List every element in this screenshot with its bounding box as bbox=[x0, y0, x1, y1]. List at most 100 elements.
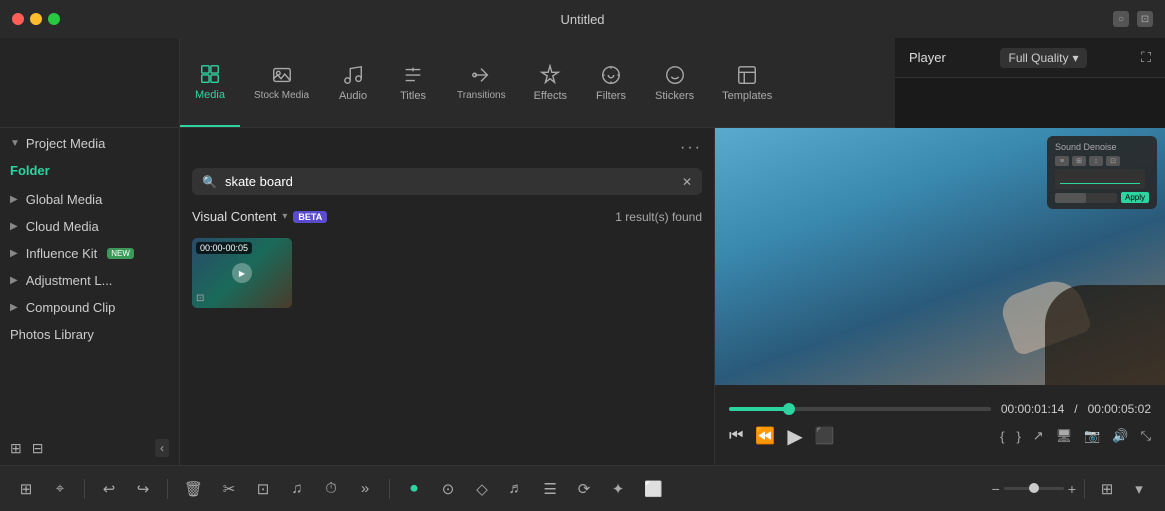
add-folder-icon[interactable]: ⊞ bbox=[10, 440, 22, 457]
close-button[interactable] bbox=[12, 13, 24, 25]
player-overlay-panel: Sound Denoise ≡ ⊞ ↕ ⊡ Apply bbox=[1047, 136, 1157, 209]
tab-stock-media[interactable]: Stock Media bbox=[240, 38, 323, 127]
folder-icon[interactable]: ⊟ bbox=[32, 440, 44, 457]
mark-in-button[interactable]: { bbox=[1000, 429, 1004, 444]
player-header: Player Full Quality ▾ ⛶ bbox=[895, 38, 1165, 78]
layout-expand-button[interactable]: ▾ bbox=[1125, 476, 1153, 502]
titlebar-icon-2[interactable]: ⊡ bbox=[1137, 11, 1153, 27]
overlay-bottom-row: Apply bbox=[1055, 192, 1149, 203]
visual-content-label[interactable]: Visual Content ▾ BETA bbox=[192, 209, 327, 224]
bottom-toolbar: ⊞ ⌖ ↩ ↪ 🗑 ✂ ⊡ ♫ ⏱ » ⏺ ⊙ ◇ ♬ ☰ ⟳ ✦ ⬜ − + … bbox=[0, 465, 1165, 511]
dropdown-icon: ▾ bbox=[282, 211, 287, 222]
tab-stickers[interactable]: Stickers bbox=[641, 38, 708, 127]
record-button[interactable]: ⏺ bbox=[400, 476, 428, 501]
captions-button[interactable]: ⬜ bbox=[638, 476, 669, 502]
overlay-apply-btn[interactable]: Apply bbox=[1121, 192, 1149, 203]
top-area: Media Stock Media Audio bbox=[0, 38, 1165, 128]
audio-adjust-button[interactable]: ♫ bbox=[283, 476, 311, 501]
sidebar-collapse-button[interactable]: ‹ bbox=[155, 439, 169, 457]
progress-row: 00:00:01:14 / 00:00:05:02 bbox=[729, 402, 1151, 416]
zoom-in-button[interactable]: + bbox=[1068, 481, 1076, 497]
sidebar-bottom-icons: ⊞ ⊟ ‹ bbox=[0, 431, 179, 465]
redo-button[interactable]: ↪ bbox=[129, 476, 157, 502]
monitor-icon[interactable]: 🖥 bbox=[1056, 428, 1073, 444]
sidebar-item-compound-clip[interactable]: ▶ Compound Clip bbox=[0, 294, 179, 321]
minimize-button[interactable] bbox=[30, 13, 42, 25]
tab-audio[interactable]: Audio bbox=[323, 38, 383, 127]
search-clear-icon[interactable]: ✕ bbox=[682, 175, 692, 189]
sidebar-header bbox=[0, 38, 180, 128]
sidebar-item-adjustment-layer[interactable]: ▶ Adjustment L... bbox=[0, 267, 179, 294]
search-bar: 🔍 ✕ bbox=[192, 168, 702, 195]
more-button[interactable]: » bbox=[351, 476, 379, 501]
expand-icon[interactable]: ⛶ bbox=[1141, 49, 1151, 66]
speed-button[interactable]: ⏱ bbox=[317, 476, 345, 501]
tab-filters[interactable]: Filters bbox=[581, 38, 641, 127]
separator-3 bbox=[389, 479, 390, 499]
undo-button[interactable]: ↩ bbox=[95, 476, 123, 502]
overlay-icon-4[interactable]: ⊡ bbox=[1106, 156, 1120, 166]
player-right-controls: { } ↗ 🖥 📷 🔊 ⤡ bbox=[1000, 428, 1151, 444]
search-icon: 🔍 bbox=[202, 175, 217, 189]
sidebar-item-influence-kit[interactable]: ▶ Influence Kit NEW bbox=[0, 240, 179, 267]
select-tool-button[interactable]: ⌖ bbox=[46, 476, 74, 501]
time-separator: / bbox=[1074, 402, 1077, 416]
overlay-icon-3[interactable]: ↕ bbox=[1089, 156, 1103, 166]
crop-button[interactable]: ⊡ bbox=[249, 476, 277, 502]
player-controls: 00:00:01:14 / 00:00:05:02 ⏮ ⏪ ▶ ⬛ { } ↗ … bbox=[715, 385, 1165, 465]
volume-icon[interactable]: 🔊 bbox=[1112, 428, 1128, 444]
tab-titles[interactable]: Titles bbox=[383, 38, 443, 127]
titlebar: Untitled ○ ⊡ bbox=[0, 0, 1165, 38]
cut-button[interactable]: ✂ bbox=[215, 476, 243, 502]
player-left-controls: ⏮ ⏪ ▶ ⬛ bbox=[729, 424, 835, 449]
grid-view-button[interactable]: ⊞ bbox=[12, 476, 40, 502]
tab-effects[interactable]: Effects bbox=[520, 38, 581, 127]
window-controls[interactable] bbox=[12, 13, 60, 25]
sidebar-item-cloud-media[interactable]: ▶ Cloud Media bbox=[0, 213, 179, 240]
player-buttons-row: ⏮ ⏪ ▶ ⬛ { } ↗ 🖥 📷 🔊 ⤡ bbox=[729, 424, 1151, 449]
zoom-controls: − + ⊞ ▾ bbox=[992, 476, 1153, 502]
rewind-button[interactable]: ⏮ bbox=[729, 427, 743, 445]
sidebar-folder-label: Folder bbox=[0, 159, 179, 186]
fullscreen-icon[interactable]: ⤡ bbox=[1141, 428, 1151, 444]
sidebar-item-photos-library[interactable]: Photos Library bbox=[0, 321, 179, 348]
tab-media[interactable]: Media bbox=[180, 38, 240, 127]
progress-fill bbox=[729, 407, 789, 411]
voice-button[interactable]: ♬ bbox=[502, 476, 530, 501]
quality-selector[interactable]: Full Quality ▾ bbox=[1000, 48, 1086, 68]
overlay-graph-line bbox=[1060, 183, 1140, 184]
play-button[interactable]: ▶ bbox=[787, 424, 802, 449]
ripple-button[interactable]: ⊙ bbox=[434, 476, 462, 502]
step-back-button[interactable]: ⏪ bbox=[755, 426, 775, 446]
zoom-slider[interactable] bbox=[1004, 487, 1064, 490]
stop-button[interactable]: ⬛ bbox=[815, 426, 835, 446]
player-panel: Sound Denoise ≡ ⊞ ↕ ⊡ Apply bbox=[715, 128, 1165, 465]
zoom-thumb[interactable] bbox=[1029, 483, 1039, 493]
progress-bar[interactable] bbox=[729, 407, 991, 411]
overlay-icon-1[interactable]: ≡ bbox=[1055, 156, 1069, 166]
tab-transitions[interactable]: Transitions bbox=[443, 38, 520, 127]
overlay-icon-2[interactable]: ⊞ bbox=[1072, 156, 1086, 166]
subtitle-button[interactable]: ☰ bbox=[536, 476, 564, 502]
chevron-right-icon: ▶ bbox=[10, 194, 18, 205]
ai-tools-button[interactable]: ✦ bbox=[604, 476, 632, 502]
mark-button[interactable]: ◇ bbox=[468, 476, 496, 502]
player-label: Player bbox=[909, 50, 946, 65]
progress-thumb[interactable] bbox=[783, 403, 795, 415]
overlay-slider[interactable] bbox=[1055, 193, 1117, 203]
zoom-out-button[interactable]: − bbox=[992, 481, 1000, 497]
tab-templates[interactable]: Templates bbox=[708, 38, 786, 127]
video-thumbnail[interactable]: ▶ 00:00-00:05 ⊡ bbox=[192, 238, 292, 308]
snapshot-icon[interactable]: 📷 bbox=[1084, 428, 1100, 444]
delete-button[interactable]: 🗑 bbox=[178, 476, 209, 502]
titlebar-icon-1[interactable]: ○ bbox=[1113, 11, 1129, 27]
sidebar-project-media[interactable]: ▼ Project Media bbox=[0, 128, 179, 159]
insert-button[interactable]: ↗ bbox=[1033, 428, 1044, 444]
search-input[interactable] bbox=[225, 174, 674, 189]
sidebar-item-global-media[interactable]: ▶ Global Media bbox=[0, 186, 179, 213]
motion-button[interactable]: ⟳ bbox=[570, 476, 598, 502]
layout-options-button[interactable]: ⊞ bbox=[1093, 476, 1121, 502]
more-options-icon[interactable]: ··· bbox=[680, 139, 702, 157]
mark-out-button[interactable]: } bbox=[1016, 429, 1020, 444]
maximize-button[interactable] bbox=[48, 13, 60, 25]
